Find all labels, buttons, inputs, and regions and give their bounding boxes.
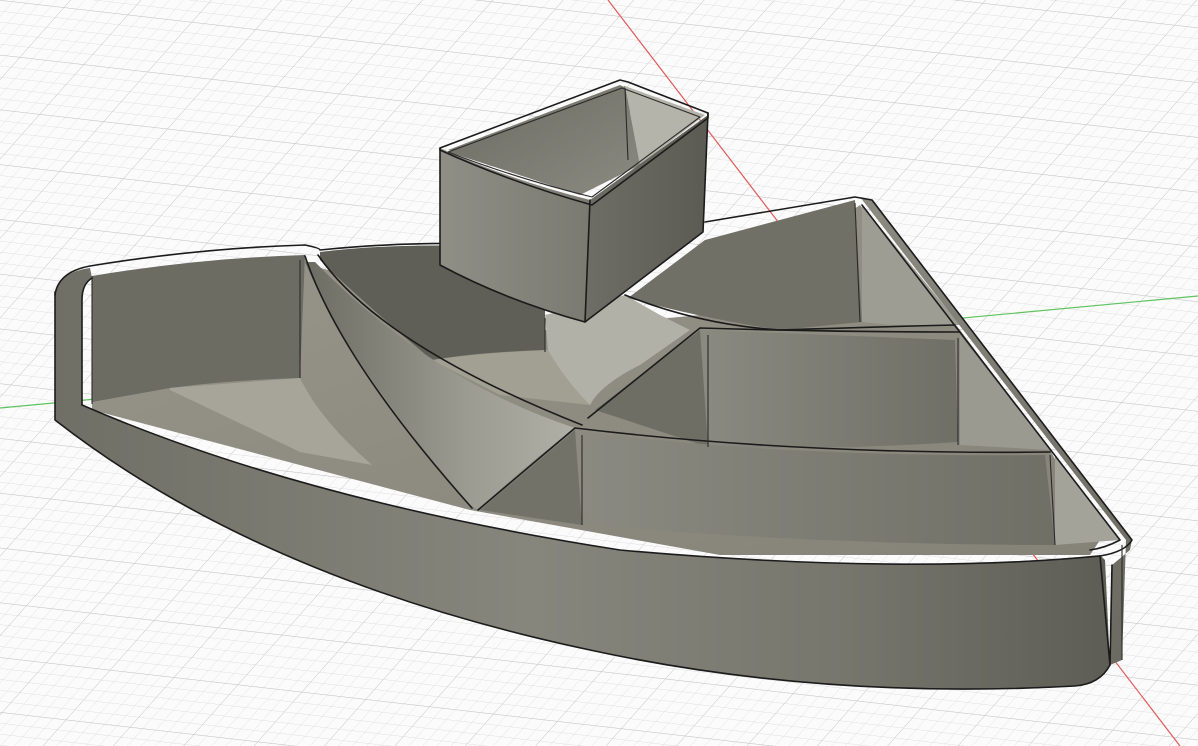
- compartment-wall: [700, 330, 958, 448]
- 3d-viewport[interactable]: [0, 0, 1198, 746]
- viewport-canvas[interactable]: [0, 0, 1198, 746]
